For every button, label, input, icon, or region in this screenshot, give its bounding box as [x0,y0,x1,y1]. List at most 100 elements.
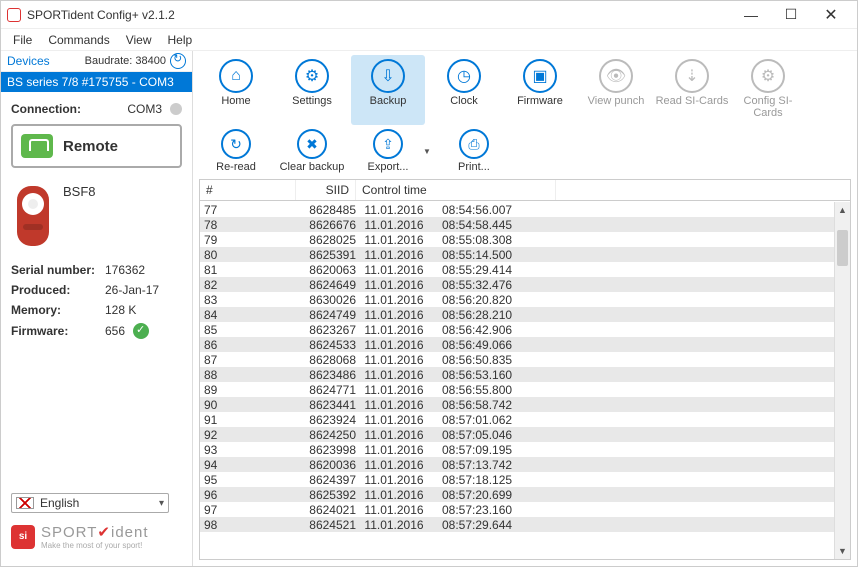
minimize-button[interactable]: — [731,3,771,27]
cell-index: 80 [200,248,296,262]
menu-view[interactable]: View [118,31,160,49]
table-row[interactable]: 78862667611.01.201608:54:58.445 [200,217,834,232]
menu-commands[interactable]: Commands [40,31,117,49]
cell-date: 11.01.2016 [356,428,432,442]
table-row[interactable]: 97862402111.01.201608:57:23.160 [200,502,834,517]
table-row[interactable]: 87862806811.01.201608:56:50.835 [200,352,834,367]
scroll-down-icon[interactable]: ▼ [835,543,850,559]
cell-siid: 8625392 [296,488,356,502]
col-siid[interactable]: SIID [296,180,356,200]
cell-index: 92 [200,428,296,442]
table-row[interactable]: 93862399811.01.201608:57:09.195 [200,442,834,457]
table-row[interactable]: 88862348611.01.201608:56:53.160 [200,367,834,382]
cell-date: 11.01.2016 [356,488,432,502]
cell-index: 91 [200,413,296,427]
table-row[interactable]: 89862477111.01.201608:56:55.800 [200,382,834,397]
table-row[interactable]: 79862802511.01.201608:55:08.308 [200,232,834,247]
cell-time: 08:56:58.742 [432,398,524,412]
cell-time: 08:54:56.007 [432,203,524,217]
cell-siid: 8624533 [296,338,356,352]
device-info: Serial number:176362 Produced:26-Jan-17 … [1,260,192,342]
col-control-time[interactable]: Control time [356,180,556,200]
cell-time: 08:57:01.062 [432,413,524,427]
backup-icon: ⇩ [371,59,405,93]
cell-siid: 8624771 [296,383,356,397]
cell-siid: 8620036 [296,458,356,472]
backup-table: # SIID Control time 77862848511.01.20160… [199,179,851,560]
cell-siid: 8624521 [296,518,356,532]
cell-siid: 8626676 [296,218,356,232]
device-list-item[interactable]: BS series 7/8 #175755 - COM3 [1,72,192,92]
clear-backup-button[interactable]: ✖Clear backup [275,127,349,175]
cell-siid: 8630026 [296,293,356,307]
cell-date: 11.01.2016 [356,473,432,487]
export-dropdown-icon[interactable]: ▼ [423,147,431,156]
serial-label: Serial number: [11,263,105,277]
menu-file[interactable]: File [5,31,40,49]
cell-index: 95 [200,473,296,487]
brand-logo: si SPORT✔ident Make the most of your spo… [11,523,182,550]
vertical-scrollbar[interactable]: ▲ ▼ [834,202,850,559]
remote-toggle[interactable]: Remote [11,124,182,168]
cell-time: 08:56:53.160 [432,368,524,382]
table-row[interactable]: 95862439711.01.201608:57:18.125 [200,472,834,487]
close-button[interactable]: ✕ [811,3,851,27]
firmware-button[interactable]: ▣Firmware [503,55,577,125]
table-row[interactable]: 81862006311.01.201608:55:29.414 [200,262,834,277]
flag-icon [16,497,34,509]
sub-toolbar: ↻Re-read ✖Clear backup ⇪Export... ▼ ⎙Pri… [193,125,857,179]
maximize-button[interactable]: ☐ [771,3,811,27]
table-row[interactable]: 90862344111.01.201608:56:58.742 [200,397,834,412]
clock-button[interactable]: ◷Clock [427,55,501,125]
view-punch-button[interactable]: 👁View punch [579,55,653,125]
cell-siid: 8623486 [296,368,356,382]
cell-date: 11.01.2016 [356,248,432,262]
col-index[interactable]: # [200,180,296,200]
cell-index: 84 [200,308,296,322]
cell-siid: 8624749 [296,308,356,322]
print-button[interactable]: ⎙Print... [437,127,511,175]
clock-icon: ◷ [447,59,481,93]
clear-icon: ✖ [297,129,327,159]
settings-button[interactable]: ⚙Settings [275,55,349,125]
table-row[interactable]: 77862848511.01.201608:54:56.007 [200,202,834,217]
table-row[interactable]: 83863002611.01.201608:56:20.820 [200,292,834,307]
scroll-thumb[interactable] [837,230,848,266]
app-title: SPORTident Config+ v2.1.2 [27,8,175,22]
cell-time: 08:57:29.644 [432,518,524,532]
cell-time: 08:55:08.308 [432,233,524,247]
table-row[interactable]: 86862453311.01.201608:56:49.066 [200,337,834,352]
cell-date: 11.01.2016 [356,353,432,367]
table-row[interactable]: 85862326711.01.201608:56:42.906 [200,322,834,337]
print-icon: ⎙ [459,129,489,159]
cell-time: 08:54:58.445 [432,218,524,232]
cell-index: 77 [200,203,296,217]
table-row[interactable]: 84862474911.01.201608:56:28.210 [200,307,834,322]
config-si-cards-button[interactable]: ⚙Config SI-Cards [731,55,805,125]
menu-help[interactable]: Help [160,31,201,49]
home-button[interactable]: ⌂Home [199,55,273,125]
table-row[interactable]: 94862003611.01.201608:57:13.742 [200,457,834,472]
chevron-down-icon: ▾ [159,498,164,509]
language-selector[interactable]: English ▾ [11,493,169,513]
table-row[interactable]: 82862464911.01.201608:55:32.476 [200,277,834,292]
cell-index: 93 [200,443,296,457]
table-row[interactable]: 96862539211.01.201608:57:20.699 [200,487,834,502]
table-row[interactable]: 98862452111.01.201608:57:29.644 [200,517,834,532]
cell-index: 97 [200,503,296,517]
backup-button[interactable]: ⇩Backup [351,55,425,125]
refresh-devices-icon[interactable] [170,53,186,69]
table-row[interactable]: 91862392411.01.201608:57:01.062 [200,412,834,427]
cell-siid: 8628068 [296,353,356,367]
cell-date: 11.01.2016 [356,368,432,382]
cell-date: 11.01.2016 [356,293,432,307]
table-row[interactable]: 92862425011.01.201608:57:05.046 [200,427,834,442]
cell-index: 89 [200,383,296,397]
read-si-cards-button[interactable]: ⇣Read SI-Cards [655,55,729,125]
export-button[interactable]: ⇪Export... [351,127,425,175]
connection-value: COM3 [127,102,162,116]
reread-button[interactable]: ↻Re-read [199,127,273,175]
scroll-up-icon[interactable]: ▲ [835,202,850,218]
table-row[interactable]: 80862539111.01.201608:55:14.500 [200,247,834,262]
memory-value: 128 K [105,303,136,317]
